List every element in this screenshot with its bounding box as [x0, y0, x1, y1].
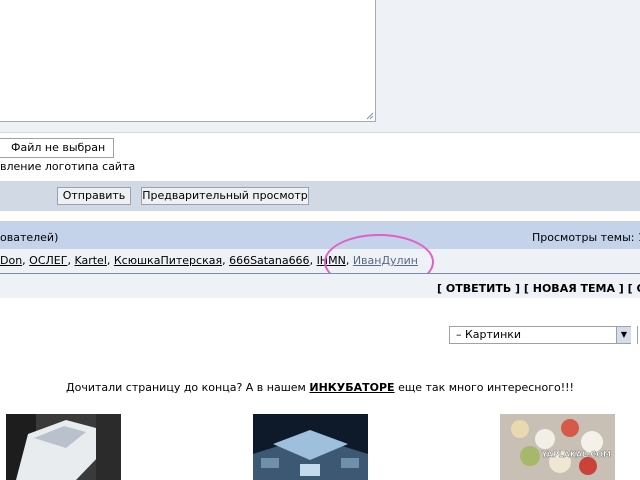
- watermark-text: YAPLAKAL.COM: [540, 450, 611, 459]
- file-input[interactable]: Файл не выбран: [0, 138, 114, 158]
- preview-button[interactable]: Предварительный просмотр: [141, 187, 309, 205]
- user-link[interactable]: ОСЛЕГ: [29, 254, 67, 267]
- user-link[interactable]: КсюшкаПитерская: [114, 254, 222, 267]
- file-status: Файл не выбран: [11, 141, 106, 154]
- message-textarea[interactable]: [0, 0, 376, 122]
- car-photo-thumbnail[interactable]: [6, 414, 121, 480]
- file-hint: вление логотипа сайта: [0, 160, 136, 173]
- incubator-link[interactable]: ИНКУБАТОРЕ: [309, 381, 394, 394]
- incubator-promo: Дочитали страницу до конца? А в нашем ИН…: [0, 381, 640, 394]
- submit-button[interactable]: Отправить: [57, 187, 131, 205]
- user-link[interactable]: Don: [0, 254, 22, 267]
- user-link[interactable]: 666Satana666: [229, 254, 309, 267]
- resize-grip-icon[interactable]: [366, 112, 374, 120]
- topic-views-label: Просмотры темы: 1: [532, 231, 640, 244]
- spacer: [0, 211, 640, 221]
- forum-jump-select[interactable]: – Картинки: [449, 326, 631, 344]
- viewers-label: ователей): [0, 231, 59, 244]
- promo-prefix: Дочитали страницу до конца? А в нашем: [66, 381, 310, 394]
- chevron-down-icon[interactable]: ▼: [616, 327, 631, 343]
- room-photo-thumbnail[interactable]: [253, 414, 368, 480]
- topic-actions-links[interactable]: [ ОТВЕТИТЬ ] [ НОВАЯ ТЕМА ] [ ОПР: [437, 282, 640, 295]
- user-link[interactable]: Kartel: [74, 254, 106, 267]
- salad-photo-thumbnail[interactable]: YAPLAKAL.COM: [500, 414, 615, 480]
- promo-suffix: еще так много интересного!!!: [394, 381, 574, 394]
